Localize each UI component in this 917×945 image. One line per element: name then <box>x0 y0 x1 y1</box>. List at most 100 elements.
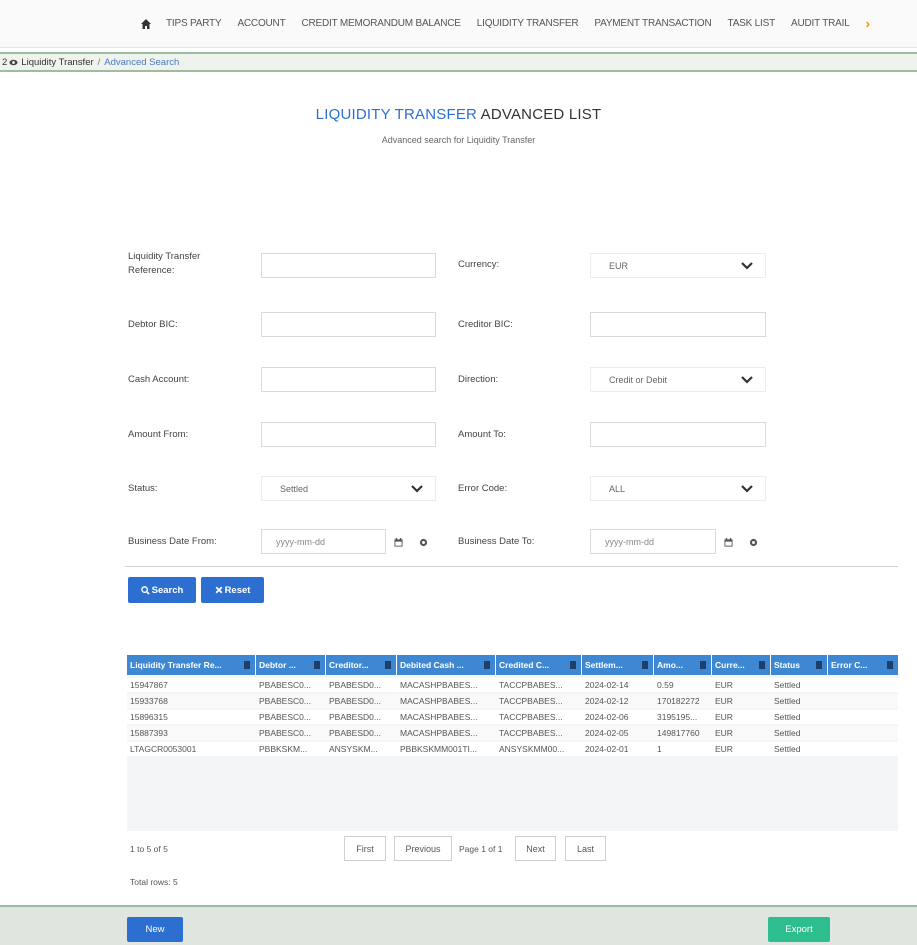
home-icon[interactable] <box>140 18 152 30</box>
reference-input[interactable] <box>261 253 436 278</box>
search-icon <box>140 585 150 595</box>
business-date-to-placeholder: yyyy-mm-dd <box>605 536 654 547</box>
cell-debited-cash: MACASHPBABES... <box>400 712 478 722</box>
cell-currency: EUR <box>715 744 733 754</box>
first-page-button[interactable]: First <box>344 836 386 861</box>
column-header-label: Curre... <box>715 660 745 670</box>
page-title-accent: LIQUIDITY TRANSFER <box>315 106 478 123</box>
status-label: Status: <box>128 483 158 494</box>
nav-more-icon[interactable]: › <box>866 16 870 31</box>
column-header-creditor[interactable]: Creditor... <box>326 655 397 675</box>
nav-credit-memorandum-balance[interactable]: CREDIT MEMORANDUM BALANCE <box>301 18 460 29</box>
form-divider <box>125 566 898 567</box>
cell-creditor: PBABESD0... <box>329 712 381 722</box>
column-header-currency[interactable]: Curre... <box>712 655 771 675</box>
nav-account[interactable]: ACCOUNT <box>237 18 285 29</box>
amount-to-input[interactable] <box>590 422 766 447</box>
table-row[interactable]: LTAGCR0053001 PBBKSKM... ANSYSKM... PBBK… <box>127 742 898 756</box>
cell-amount: 0.59 <box>657 680 674 690</box>
column-filter-icon[interactable] <box>759 661 765 669</box>
cell-reference: 15933768 <box>130 696 168 706</box>
column-filter-icon[interactable] <box>244 661 250 669</box>
cell-debited-cash: MACASHPBABES... <box>400 696 478 706</box>
column-filter-icon[interactable] <box>314 661 320 669</box>
table-row[interactable]: 15896315 PBABESC0... PBABESD0... MACASHP… <box>127 710 898 724</box>
gear-icon[interactable] <box>749 538 758 547</box>
column-header-debited-cash[interactable]: Debited Cash ... <box>397 655 496 675</box>
cell-reference: 15896315 <box>130 712 168 722</box>
page-title: LIQUIDITY TRANSFER ADVANCED LIST <box>0 106 917 123</box>
page-subtitle: Advanced search for Liquidity Transfer <box>381 135 536 145</box>
calendar-icon[interactable] <box>394 538 403 547</box>
cell-debtor: PBABESC0... <box>259 680 311 690</box>
column-header-error-code[interactable]: Error C... <box>828 655 898 675</box>
direction-select[interactable]: Credit or Debit <box>590 367 766 392</box>
amount-from-input[interactable] <box>261 422 436 447</box>
nav-payment-transaction[interactable]: PAYMENT TRANSACTION <box>594 18 711 29</box>
eye-icon <box>9 59 18 65</box>
nav-audit-trail[interactable]: AUDIT TRAIL <box>791 18 850 29</box>
cell-creditor: PBABESD0... <box>329 680 381 690</box>
business-date-from-label: Business Date From: <box>128 536 217 547</box>
previous-page-button[interactable]: Previous <box>394 836 452 861</box>
column-header-debtor[interactable]: Debtor ... <box>256 655 326 675</box>
breadcrumb-current: Advanced Search <box>104 56 180 68</box>
cash-account-input[interactable] <box>261 367 436 392</box>
column-header-status[interactable]: Status <box>771 655 828 675</box>
column-filter-icon[interactable] <box>484 661 490 669</box>
column-header-credited-cash[interactable]: Credited C... <box>496 655 582 675</box>
cell-amount: 1 <box>657 744 662 754</box>
error-code-label: Error Code: <box>458 483 508 494</box>
cell-status: Settled <box>774 696 801 706</box>
cell-status: Settled <box>774 680 801 690</box>
status-value: Settled <box>280 483 309 494</box>
cash-account-label: Cash Account: <box>128 374 190 385</box>
status-select[interactable]: Settled <box>261 476 436 501</box>
error-code-value: ALL <box>609 483 626 494</box>
column-header-reference[interactable]: Liquidity Transfer Re... <box>127 655 256 675</box>
cell-debtor: PBBKSKM... <box>259 744 308 754</box>
nav-liquidity-transfer[interactable]: LIQUIDITY TRANSFER <box>477 18 579 29</box>
column-filter-icon[interactable] <box>385 661 391 669</box>
cell-debtor: PBABESC0... <box>259 712 311 722</box>
business-date-to-input[interactable]: yyyy-mm-dd <box>590 529 716 554</box>
new-button[interactable]: New <box>127 917 183 942</box>
cell-currency: EUR <box>715 728 733 738</box>
gear-icon[interactable] <box>419 538 428 547</box>
column-header-amount[interactable]: Amo... <box>654 655 712 675</box>
column-header-label: Debtor ... <box>259 660 296 670</box>
page-title-rest: ADVANCED LIST <box>477 106 602 123</box>
cell-settlement: 2024-02-12 <box>585 696 629 706</box>
debtor-bic-input[interactable] <box>261 312 436 337</box>
reset-button[interactable]: Reset <box>201 577 264 603</box>
column-filter-icon[interactable] <box>816 661 822 669</box>
cell-settlement: 2024-02-05 <box>585 728 629 738</box>
table-row[interactable]: 15947867 PBABESC0... PBABESD0... MACASHP… <box>127 678 898 692</box>
breadcrumb-separator: / <box>97 56 101 68</box>
calendar-icon[interactable] <box>724 538 733 547</box>
business-date-from-input[interactable]: yyyy-mm-dd <box>261 529 386 554</box>
column-filter-icon[interactable] <box>570 661 576 669</box>
next-page-button[interactable]: Next <box>515 836 556 861</box>
error-code-select[interactable]: ALL <box>590 476 766 501</box>
column-filter-icon[interactable] <box>642 661 648 669</box>
creditor-bic-input[interactable] <box>590 312 766 337</box>
nav-tips-party[interactable]: TIPS PARTY <box>166 18 222 29</box>
export-button[interactable]: Export <box>768 917 830 942</box>
column-filter-icon[interactable] <box>700 661 706 669</box>
breadcrumb-parent[interactable]: Liquidity Transfer <box>21 57 93 68</box>
cell-amount: 170182272 <box>657 696 700 706</box>
cell-credited-cash: TACCPBABES... <box>499 680 563 690</box>
currency-select[interactable]: EUR <box>590 253 766 278</box>
last-page-button[interactable]: Last <box>565 836 606 861</box>
column-header-settlement[interactable]: Settlem... <box>582 655 654 675</box>
nav-task-list[interactable]: TASK LIST <box>728 18 776 29</box>
chevron-down-icon <box>411 485 423 493</box>
column-filter-icon[interactable] <box>887 661 893 669</box>
search-button[interactable]: Search <box>128 577 196 603</box>
cell-settlement: 2024-02-14 <box>585 680 629 690</box>
table-row[interactable]: 15933768 PBABESC0... PBABESD0... MACASHP… <box>127 694 898 708</box>
table-row[interactable]: 15887393 PBABESC0... PBABESD0... MACASHP… <box>127 726 898 740</box>
reference-label-line2: Reference: <box>128 265 175 276</box>
cell-creditor: PBABESD0... <box>329 728 381 738</box>
